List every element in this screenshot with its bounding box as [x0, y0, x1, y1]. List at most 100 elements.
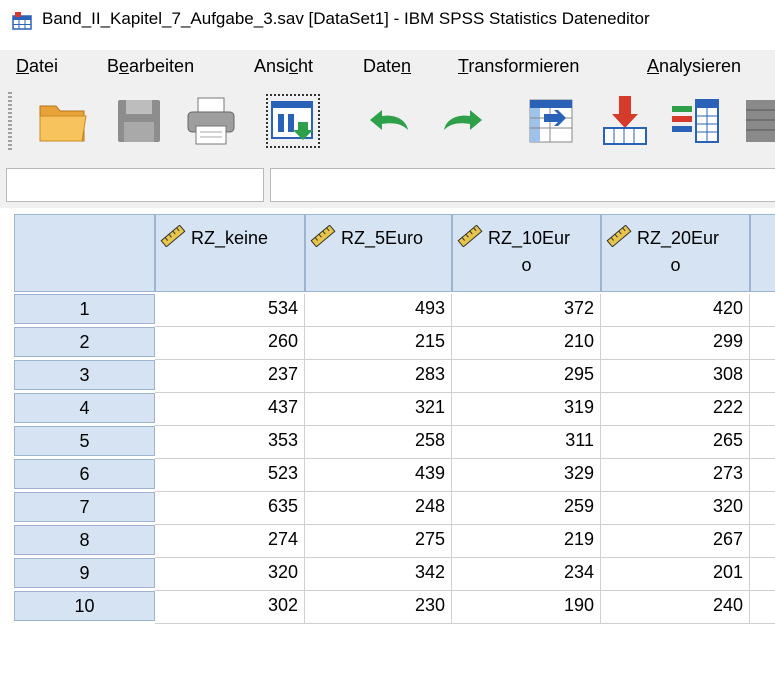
recall-dialog-button[interactable]: [266, 94, 320, 148]
title-bar: Band_II_Kapitel_7_Aufgabe_3.sav [DataSet…: [0, 0, 775, 40]
table-cell[interactable]: [750, 426, 775, 459]
table-cell[interactable]: [750, 459, 775, 492]
column-header-rz-keine[interactable]: RZ_keine: [155, 214, 305, 292]
open-folder-icon: [39, 105, 87, 142]
table-cell[interactable]: 311: [452, 426, 601, 459]
table-cell[interactable]: 240: [601, 591, 750, 624]
column-header-next[interactable]: [750, 214, 775, 292]
table-cell[interactable]: 295: [452, 360, 601, 393]
row-header[interactable]: 4: [14, 393, 155, 423]
row-header[interactable]: 1: [14, 294, 155, 324]
variables-button[interactable]: [668, 94, 722, 148]
window-title: Band_II_Kapitel_7_Aufgabe_3.sav [DataSet…: [42, 9, 650, 28]
table-cell[interactable]: [750, 591, 775, 624]
table-cell[interactable]: 299: [601, 327, 750, 360]
recall-dialog-icon: [271, 101, 313, 140]
toolbar: [0, 84, 775, 163]
table-cell[interactable]: 219: [452, 525, 601, 558]
table-cell[interactable]: 321: [305, 393, 452, 426]
table-cell[interactable]: 259: [452, 492, 601, 525]
row-header[interactable]: 2: [14, 327, 155, 357]
column-header-label: RZ_10Eur: [488, 228, 571, 248]
undo-button[interactable]: [362, 94, 416, 148]
table-cell[interactable]: 308: [601, 360, 750, 393]
row-header[interactable]: 6: [14, 459, 155, 489]
redo-button[interactable]: [436, 94, 490, 148]
table-cell[interactable]: 635: [155, 492, 305, 525]
cell-reference-field[interactable]: [6, 168, 264, 202]
print-button[interactable]: [184, 94, 238, 148]
table-cell[interactable]: [750, 492, 775, 525]
grid-corner[interactable]: [14, 214, 155, 292]
table-cell[interactable]: 329: [452, 459, 601, 492]
table-cell[interactable]: 234: [452, 558, 601, 591]
menu-analysieren[interactable]: Analysieren: [647, 56, 741, 77]
save-icon: [118, 100, 160, 142]
table-cell[interactable]: 437: [155, 393, 305, 426]
table-cell[interactable]: 210: [452, 327, 601, 360]
table-cell[interactable]: 439: [305, 459, 452, 492]
goto-variable-button[interactable]: [598, 94, 652, 148]
row-header[interactable]: 7: [14, 492, 155, 522]
table-cell[interactable]: [750, 558, 775, 591]
table-cell[interactable]: 320: [155, 558, 305, 591]
table-cell[interactable]: 274: [155, 525, 305, 558]
column-header-rz-20euro[interactable]: RZ_20Eur o: [601, 214, 750, 292]
table-cell[interactable]: 353: [155, 426, 305, 459]
row-header[interactable]: 10: [14, 591, 155, 621]
table-cell[interactable]: 302: [155, 591, 305, 624]
toolbar-more-button[interactable]: [742, 94, 775, 148]
row-header[interactable]: 5: [14, 426, 155, 456]
cell-value-field[interactable]: [270, 168, 775, 202]
table-cell[interactable]: 190: [452, 591, 601, 624]
table-cell[interactable]: 260: [155, 327, 305, 360]
goto-case-icon: [529, 99, 573, 143]
scale-ruler-icon: [160, 225, 186, 247]
menu-ansicht[interactable]: Ansicht: [254, 56, 313, 77]
row-header[interactable]: 9: [14, 558, 155, 588]
table-cell[interactable]: 222: [601, 393, 750, 426]
redo-icon: [444, 110, 482, 130]
column-header-rz-5euro[interactable]: RZ_5Euro: [305, 214, 452, 292]
table-cell[interactable]: 237: [155, 360, 305, 393]
table-cell[interactable]: [750, 360, 775, 393]
table-cell[interactable]: 283: [305, 360, 452, 393]
table-cell[interactable]: 258: [305, 426, 452, 459]
menu-transformieren[interactable]: Transformieren: [458, 56, 579, 77]
table-cell[interactable]: 320: [601, 492, 750, 525]
table-cell[interactable]: [750, 294, 775, 327]
column-header-label-continued: o: [521, 255, 532, 275]
menu-bearbeiten[interactable]: Bearbeiten: [107, 56, 194, 77]
row-header[interactable]: 3: [14, 360, 155, 390]
toolbar-grip[interactable]: [8, 92, 12, 152]
row-header[interactable]: 8: [14, 525, 155, 555]
table-cell[interactable]: 275: [305, 525, 452, 558]
table-cell[interactable]: [750, 327, 775, 360]
scale-ruler-icon: [606, 225, 632, 247]
spss-dataeditor-icon: [12, 12, 32, 30]
table-cell[interactable]: [750, 525, 775, 558]
table-cell[interactable]: 523: [155, 459, 305, 492]
menu-daten[interactable]: Daten: [363, 56, 411, 77]
table-cell[interactable]: 230: [305, 591, 452, 624]
table-cell[interactable]: 201: [601, 558, 750, 591]
table-cell[interactable]: 215: [305, 327, 452, 360]
column-header-rz-10euro[interactable]: RZ_10Euro: [452, 214, 601, 292]
table-cell[interactable]: 342: [305, 558, 452, 591]
menu-datei[interactable]: Datei: [16, 56, 58, 77]
table-cell[interactable]: 273: [601, 459, 750, 492]
scale-ruler-icon: [457, 225, 483, 247]
table-cell[interactable]: 372: [452, 294, 601, 327]
variables-icon: [672, 99, 719, 143]
goto-case-button[interactable]: [524, 94, 578, 148]
table-cell[interactable]: 267: [601, 525, 750, 558]
table-cell[interactable]: 534: [155, 294, 305, 327]
table-cell[interactable]: 248: [305, 492, 452, 525]
table-cell[interactable]: [750, 393, 775, 426]
table-cell[interactable]: 493: [305, 294, 452, 327]
table-cell[interactable]: 265: [601, 426, 750, 459]
open-button[interactable]: [36, 94, 90, 148]
table-cell[interactable]: 319: [452, 393, 601, 426]
table-cell[interactable]: 420: [601, 294, 750, 327]
save-button[interactable]: [112, 94, 166, 148]
